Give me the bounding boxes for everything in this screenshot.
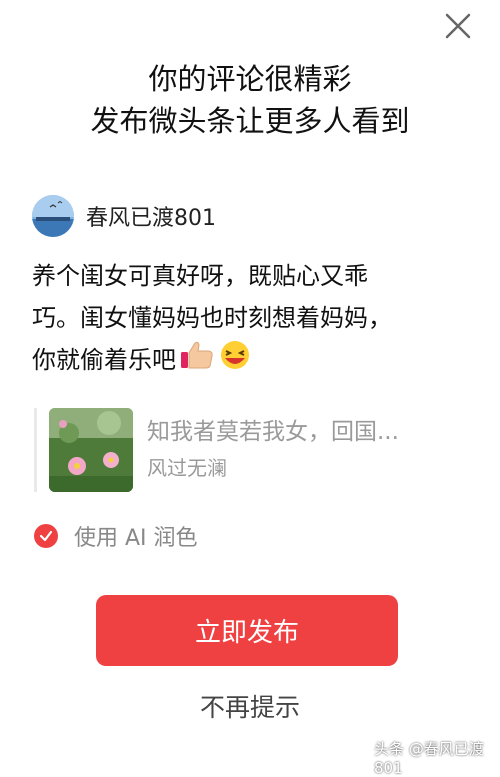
headline-line-2: 发布微头条让更多人看到	[90, 104, 410, 138]
headline-line-1: 你的评论很精彩	[148, 62, 352, 96]
avatar	[32, 195, 74, 237]
comment-line-2: 巧。闺女懂妈妈也时刻想着妈妈，	[32, 304, 392, 332]
quote-thumbnail	[49, 408, 133, 492]
quote-author: 风过无澜	[147, 456, 227, 480]
close-icon	[445, 13, 471, 39]
ai-polish-toggle[interactable]: 使用 AI 润色	[34, 520, 198, 552]
dialog-headline: 你的评论很精彩 发布微头条让更多人看到	[0, 58, 500, 142]
avatar-image	[32, 195, 74, 237]
laughing-emoji-icon	[218, 340, 252, 383]
comment-text: 养个闺女可真好呀，既贴心又乖 巧。闺女懂妈妈也时刻想着妈妈， 你就偷着乐吧	[32, 255, 472, 383]
watermark: 头条 @春风已渡801	[374, 740, 484, 777]
comment-line-3-wrap: 你就偷着乐吧	[32, 339, 472, 383]
thumbs-up-emoji-icon	[180, 340, 214, 383]
quote-title: 知我者莫若我女，回国...	[147, 419, 399, 445]
quoted-article[interactable]: 知我者莫若我女，回国... 风过无澜	[34, 408, 477, 492]
publish-button[interactable]: 立即发布	[96, 595, 398, 666]
dont-show-again-button[interactable]: 不再提示	[0, 688, 500, 724]
author-row: 春风已渡801	[32, 194, 216, 238]
ai-polish-label: 使用 AI 润色	[74, 526, 198, 551]
author-name: 春风已渡801	[86, 206, 216, 231]
comment-line-1: 养个闺女可真好呀，既贴心又乖	[32, 262, 368, 290]
close-button[interactable]	[440, 8, 476, 44]
flower-photo-thumbnail	[49, 408, 133, 492]
comment-line-3: 你就偷着乐吧	[32, 346, 176, 374]
checkmark-icon	[34, 524, 58, 548]
